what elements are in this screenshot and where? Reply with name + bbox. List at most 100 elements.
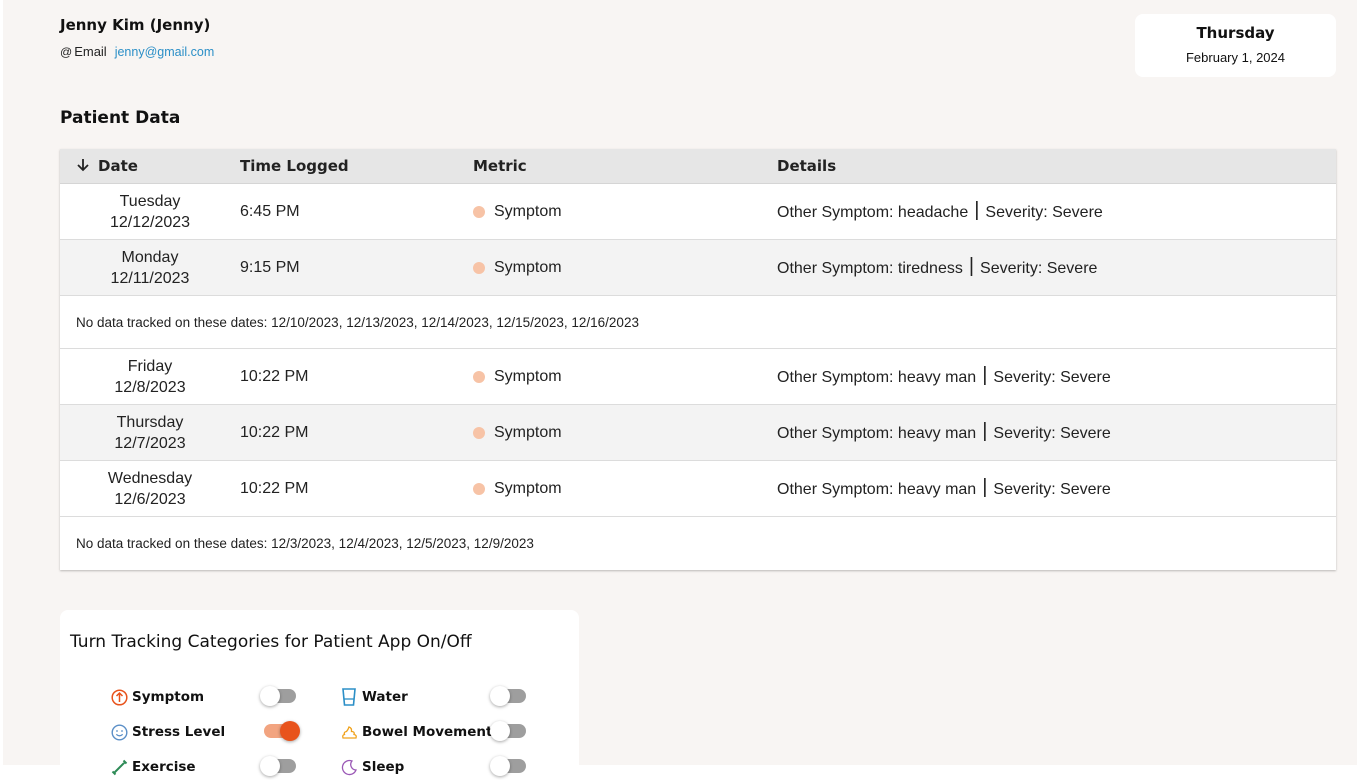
row-metric-label: Symptom (494, 258, 562, 276)
detail-severity: Severity: Severe (980, 260, 1098, 277)
row-date: Tuesday 12/12/2023 (60, 191, 240, 233)
row-metric-label: Symptom (494, 367, 562, 385)
detail-separator: | (982, 364, 988, 386)
row-metric-label: Symptom (494, 423, 562, 441)
row-date-value: 12/12/2023 (109, 213, 191, 231)
detail-symptom: Other Symptom: heavy man (777, 369, 977, 386)
row-details: Other Symptom: heavy man | Severity: Sever… (777, 476, 1336, 500)
category-label: Stress Level (132, 724, 226, 740)
category-sleep: Sleep (340, 758, 404, 776)
category-label: Bowel Movement (362, 724, 493, 740)
category-symptom: Symptom (110, 688, 204, 706)
email-row: @ Email jenny@gmail.com (60, 44, 214, 59)
table-row: Tuesday 12/12/2023 6:45 PM Symptom Other … (60, 184, 1336, 240)
patient-name: Jenny Kim (Jenny) (60, 16, 211, 34)
row-metric-label: Symptom (494, 202, 562, 220)
category-water: Water (340, 688, 408, 706)
row-metric: Symptom (473, 368, 777, 386)
column-header-date[interactable]: Date (60, 157, 240, 176)
smiley-icon (110, 723, 128, 741)
toggle-symptom[interactable] (260, 685, 300, 707)
category-label: Symptom (132, 689, 205, 705)
water-glass-icon (340, 688, 358, 706)
detail-symptom: Other Symptom: heavy man (777, 425, 977, 442)
column-header-metric[interactable]: Metric (473, 157, 777, 175)
category-exercise: Exercise (110, 758, 196, 776)
row-date: Thursday 12/7/2023 (60, 412, 240, 454)
row-metric: Symptom (473, 424, 777, 442)
row-date-value: 12/6/2023 (114, 490, 186, 508)
column-header-details[interactable]: Details (777, 157, 1336, 175)
row-time: 10:22 PM (240, 479, 309, 497)
current-date-card: Thursday February 1, 2024 (1135, 14, 1336, 77)
toggle-stress-level[interactable] (260, 720, 300, 742)
row-weekday: Friday (127, 357, 173, 375)
row-weekday: Tuesday (119, 192, 181, 210)
metric-dot-icon (473, 205, 485, 218)
exercise-icon (110, 758, 128, 776)
tracking-title: Turn Tracking Categories for Patient App… (70, 632, 472, 652)
row-metric: Symptom (473, 203, 777, 221)
detail-severity: Severity: Severe (993, 481, 1111, 498)
detail-severity: Severity: Severe (993, 425, 1111, 442)
row-date-value: 12/11/2023 (110, 269, 190, 287)
page: Jenny Kim (Jenny) @ Email jenny@gmail.co… (3, 0, 1357, 780)
row-date: Friday 12/8/2023 (60, 356, 240, 398)
row-details: Other Symptom: tiredness | Severity: Sever… (777, 255, 1336, 279)
category-label: Water (362, 689, 408, 705)
table-row: Wednesday 12/6/2023 10:22 PM Symptom Othe… (60, 461, 1336, 517)
tracking-categories-card: Turn Tracking Categories for Patient App… (60, 610, 579, 780)
email-link[interactable]: jenny@gmail.com (115, 45, 215, 59)
table-row: Monday 12/11/2023 9:15 PM Symptom Other S… (60, 240, 1336, 296)
row-weekday: Thursday (116, 413, 184, 431)
row-date: Wednesday 12/6/2023 (60, 468, 240, 510)
category-label: Sleep (362, 759, 405, 775)
row-date-value: 12/7/2023 (114, 434, 186, 452)
current-date: February 1, 2024 (1185, 50, 1285, 65)
email-label: Email (74, 44, 107, 59)
no-data-notice: No data tracked on these dates: 12/10/20… (60, 296, 1336, 349)
row-weekday: Monday (121, 248, 179, 266)
detail-separator: | (982, 420, 988, 442)
detail-severity: Severity: Severe (985, 204, 1103, 221)
patient-data-table: Date Time Logged Metric Details Tuesday 1… (60, 149, 1336, 570)
column-header-date-label: Date (98, 157, 138, 175)
row-details: Other Symptom: headache | Severity: Severe (777, 199, 1336, 223)
sleep-icon (340, 758, 358, 776)
row-metric: Symptom (473, 480, 777, 498)
row-time: 10:22 PM (240, 423, 309, 441)
toggle-water[interactable] (490, 685, 530, 707)
detail-symptom: Other Symptom: heavy man (777, 481, 977, 498)
metric-dot-icon (473, 426, 485, 439)
row-time: 6:45 PM (240, 202, 300, 220)
toggle-bowel-movement[interactable] (490, 720, 530, 742)
metric-dot-icon (473, 370, 485, 383)
toggle-sleep[interactable] (490, 755, 530, 777)
arrow-down-icon[interactable] (76, 157, 90, 176)
row-metric: Symptom (473, 259, 777, 277)
detail-severity: Severity: Severe (993, 369, 1111, 386)
toggle-exercise[interactable] (260, 755, 300, 777)
detail-symptom: Other Symptom: headache (777, 204, 969, 221)
row-date-value: 12/8/2023 (114, 378, 186, 396)
detail-separator: | (968, 255, 975, 277)
row-weekday: Wednesday (107, 469, 193, 487)
category-bowel-movement: Bowel Movement (340, 723, 492, 741)
detail-separator: | (982, 476, 988, 498)
table-row: Thursday 12/7/2023 10:22 PM Symptom Other… (60, 405, 1336, 461)
category-label: Exercise (132, 759, 196, 775)
bowel-icon (340, 723, 358, 741)
row-details: Other Symptom: heavy man | Severity: Sever… (777, 420, 1336, 444)
current-weekday: Thursday (1196, 24, 1275, 42)
table-row: Friday 12/8/2023 10:22 PM Symptom Other S… (60, 349, 1336, 405)
metric-dot-icon (473, 261, 485, 274)
table-header: Date Time Logged Metric Details (60, 149, 1336, 184)
section-title: Patient Data (60, 108, 181, 128)
detail-separator: | (974, 199, 980, 221)
row-time: 10:22 PM (240, 367, 309, 385)
column-header-time[interactable]: Time Logged (240, 157, 473, 175)
row-date: Monday 12/11/2023 (60, 247, 240, 289)
row-time: 9:15 PM (240, 258, 300, 276)
at-icon: @ (60, 44, 73, 59)
row-metric-label: Symptom (494, 479, 562, 497)
